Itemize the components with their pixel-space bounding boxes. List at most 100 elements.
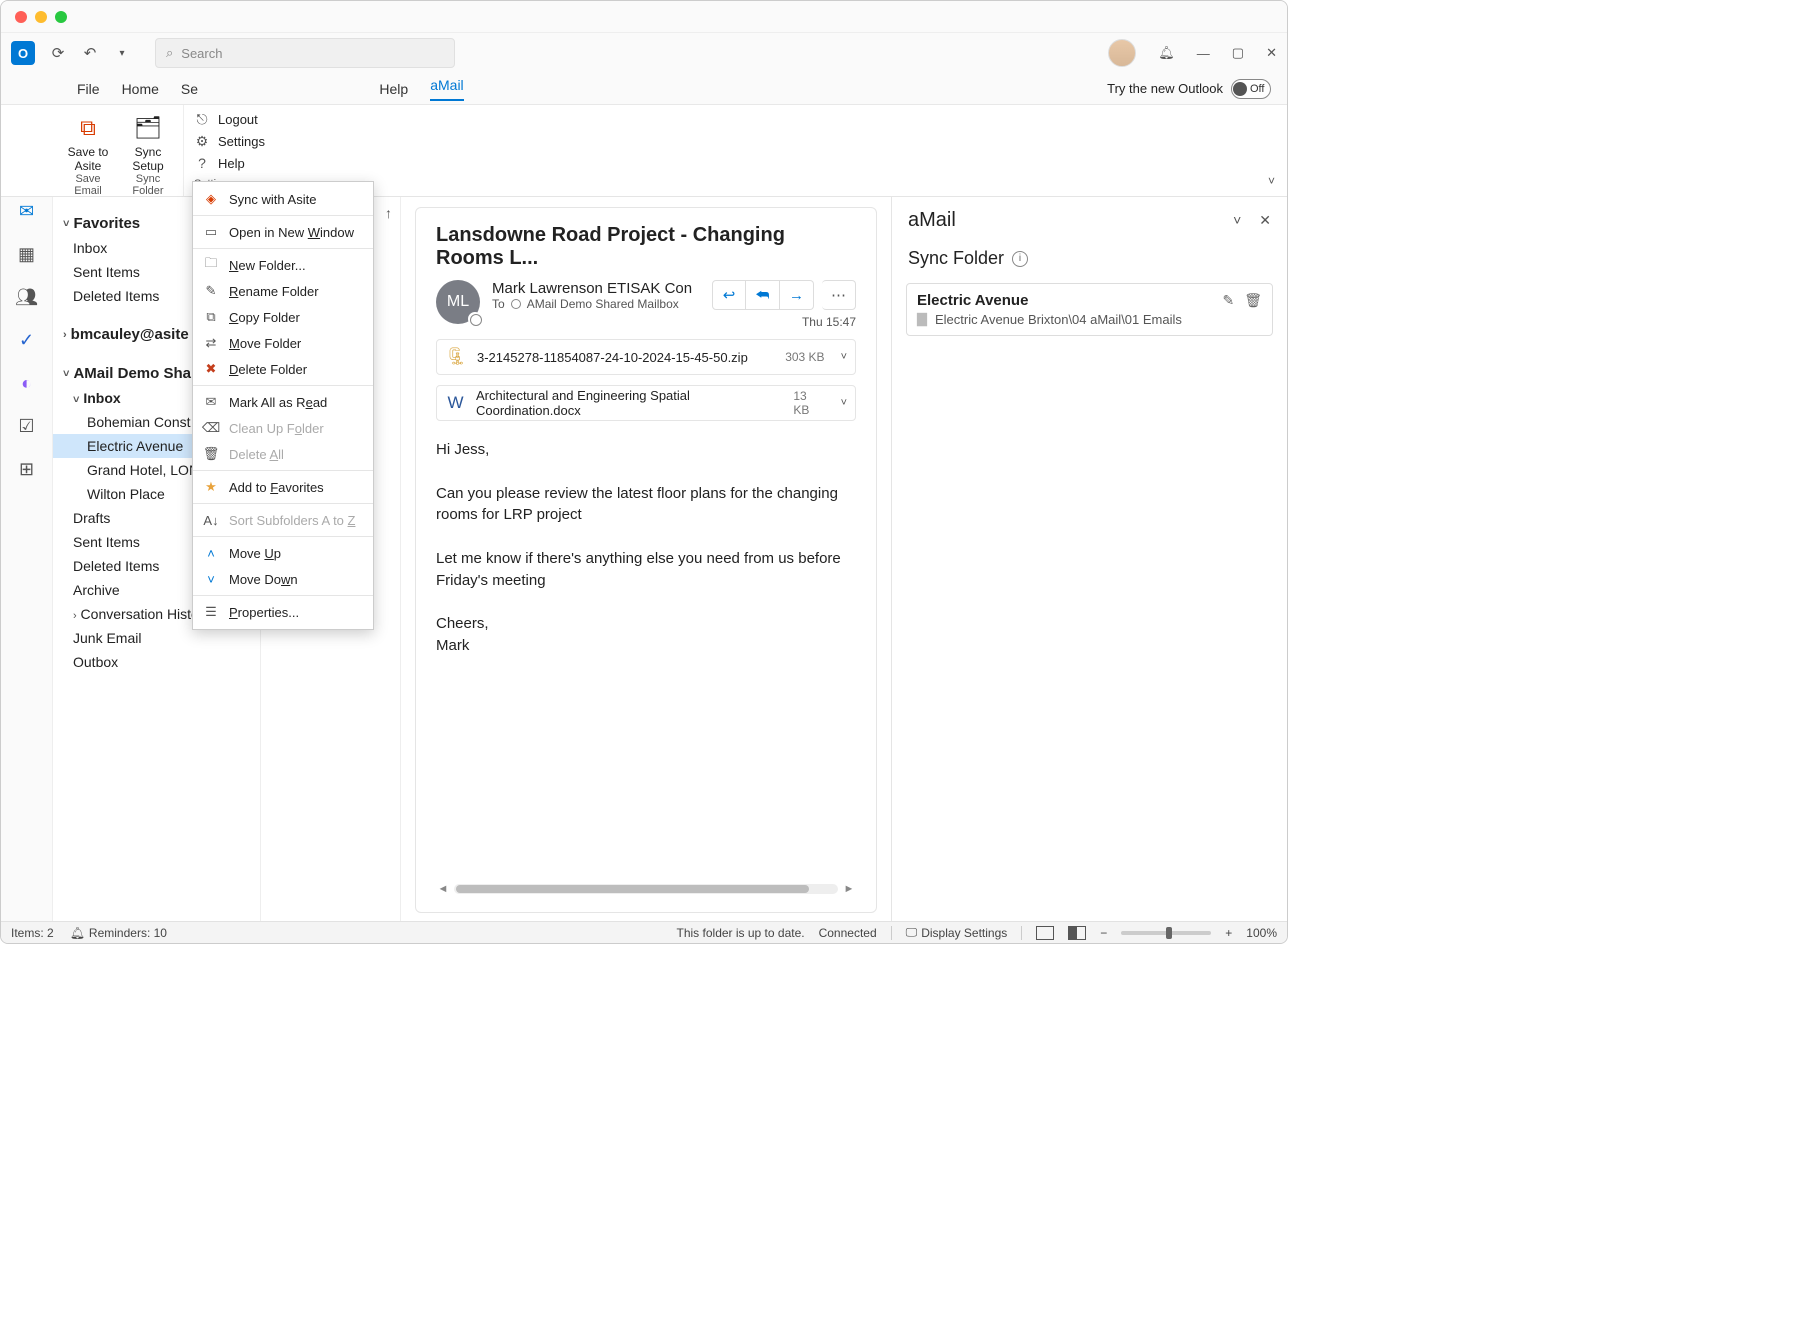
zoom-level: 100% <box>1246 926 1277 940</box>
mark-read-icon: ✉︎ <box>203 394 219 410</box>
info-icon[interactable]: i <box>1012 251 1028 267</box>
save-to-asite-button[interactable]: ⧉ Save to Asite <box>61 109 115 173</box>
scroll-right-icon[interactable]: ► <box>842 883 856 895</box>
email-body: Hi Jess, Can you please review the lates… <box>436 439 856 657</box>
nav-mail-icon[interactable]: ✉︎ <box>19 201 34 222</box>
edit-sync-icon[interactable]: ✎ <box>1222 292 1234 309</box>
zoom-in-button[interactable]: + <box>1225 926 1232 940</box>
status-connected: Connected <box>819 926 877 940</box>
tab-amail[interactable]: aMail <box>430 77 463 101</box>
ctx-mark-all-read[interactable]: ✉︎Mark All as Read <box>193 389 373 415</box>
attachment-menu-icon[interactable]: ˅ <box>841 351 847 363</box>
close-icon[interactable]: ✕ <box>1266 45 1277 61</box>
attachment[interactable]: W Architectural and Engineering Spatial C… <box>436 385 856 421</box>
status-sync: This folder is up to date. <box>677 926 805 940</box>
view-normal-icon[interactable] <box>1036 926 1054 940</box>
search-icon: ⌕ <box>166 45 173 61</box>
more-actions-button[interactable]: ⋯ <box>822 280 856 310</box>
sync-folder-path: Electric Avenue Brixton\04 aMail\01 Emai… <box>935 312 1182 327</box>
scroll-thumb[interactable] <box>456 885 809 893</box>
outlook-app-icon: O <box>11 41 35 65</box>
scroll-left-icon[interactable]: ◄ <box>436 883 450 895</box>
recipient-presence-icon <box>511 299 521 309</box>
delete-sync-icon[interactable]: 🗑︎ <box>1244 292 1262 309</box>
zip-icon: 🗜︎ <box>445 344 467 370</box>
ctx-rename-folder[interactable]: ✎Rename Folder <box>193 278 373 304</box>
tab-home[interactable]: Home <box>122 81 159 97</box>
status-item-count: Items: 2 <box>11 926 54 940</box>
tab-help[interactable]: Help <box>379 81 408 97</box>
ctx-clean-up-folder: ⌫Clean Up Folder <box>193 415 373 441</box>
nav-more-apps-icon[interactable]: ⊞ <box>19 459 34 480</box>
ctx-sync-with-asite[interactable]: ◈Sync with Asite <box>193 186 373 212</box>
tab-file[interactable]: File <box>77 81 100 97</box>
nav-tasks-icon[interactable]: ☑︎ <box>18 416 34 437</box>
status-reminders: Reminders: 10 <box>89 926 167 940</box>
amail-close-icon[interactable]: ✕ <box>1259 212 1271 229</box>
sync-folder-card[interactable]: ✎ 🗑︎ Electric Avenue ▇Electric Avenue Br… <box>906 283 1273 336</box>
reply-all-button[interactable]: ⮪ <box>746 280 780 310</box>
collapse-ribbon-icon[interactable]: ˅ <box>1268 174 1275 188</box>
presence-icon <box>468 312 482 326</box>
horizontal-scrollbar[interactable]: ◄ ► <box>436 882 856 896</box>
search-input[interactable]: ⌕ Search <box>155 38 455 68</box>
sync-icon[interactable]: ⟳ <box>49 44 67 62</box>
tab-send-receive[interactable]: Se <box>181 81 198 97</box>
nav-calendar-icon[interactable]: ▦ <box>18 244 35 265</box>
mac-window-controls[interactable] <box>15 11 67 23</box>
favorite-icon: ★ <box>203 479 219 495</box>
reading-pane: Lansdowne Road Project - Changing Rooms … <box>401 197 891 921</box>
sync-setup-icon: 🗂︎ <box>133 113 163 143</box>
ctx-delete-folder[interactable]: ✖Delete Folder <box>193 356 373 382</box>
amail-collapse-icon[interactable]: ˅ <box>1233 212 1241 229</box>
try-new-outlook-toggle[interactable]: Off <box>1231 79 1271 99</box>
ctx-open-new-window[interactable]: ▭Open in New Window <box>193 219 373 245</box>
cleanup-icon: ⌫ <box>203 420 219 436</box>
reply-button[interactable]: ↩ <box>712 280 746 310</box>
attachment[interactable]: 🗜︎3-2145278-11854087-24-10-2024-15-45-50… <box>436 339 856 375</box>
notifications-icon[interactable]: 🔔︎ <box>1158 45 1175 61</box>
ctx-add-to-favorites[interactable]: ★Add to Favorites <box>193 474 373 500</box>
ctx-move-up[interactable]: ˄Move Up <box>193 540 373 566</box>
minimize-window-icon[interactable] <box>35 11 47 23</box>
to-recipients: AMail Demo Shared Mailbox <box>527 297 679 311</box>
zoom-slider[interactable] <box>1121 931 1211 935</box>
email-date: Thu 15:47 <box>492 315 856 329</box>
display-settings-button[interactable]: 🖵︎Display Settings <box>906 925 1008 940</box>
amail-pane: aMail ˅ ✕ Sync Folder i ✎ 🗑︎ Electric Av… <box>891 197 1287 921</box>
sort-ascending-icon[interactable]: ↑ <box>385 205 392 221</box>
zoom-out-button[interactable]: − <box>1100 926 1107 940</box>
help-button[interactable]: ?Help <box>194 155 265 171</box>
email-subject: Lansdowne Road Project - Changing Rooms … <box>436 224 856 270</box>
sync-setup-button[interactable]: 🗂︎ Sync Setup <box>121 109 175 173</box>
attachment-name: Architectural and Engineering Spatial Co… <box>476 388 783 418</box>
ctx-move-folder[interactable]: ⇄Move Folder <box>193 330 373 356</box>
to-label: To <box>492 297 505 311</box>
nav-todo-icon[interactable]: ✓ <box>19 330 34 351</box>
attachment-size: 303 KB <box>785 350 824 364</box>
nav-people-icon[interactable]: 👥︎ <box>15 287 38 308</box>
view-reading-icon[interactable] <box>1068 926 1086 940</box>
word-icon: W <box>445 390 466 416</box>
ctx-new-folder[interactable]: 🗀︎New Folder... <box>193 252 373 278</box>
sync-folder-caption: Sync Folder <box>121 173 175 197</box>
logout-button[interactable]: ⎋Logout <box>194 111 265 127</box>
attachment-menu-icon[interactable]: ˅ <box>841 397 847 409</box>
qat-dropdown-icon[interactable]: ▾ <box>113 44 131 62</box>
nav-addon-icon[interactable]: ◐ <box>21 373 32 394</box>
forward-button[interactable]: → <box>780 280 814 310</box>
minimize-icon[interactable]: — <box>1197 46 1210 61</box>
maximize-window-icon[interactable] <box>55 11 67 23</box>
close-window-icon[interactable] <box>15 11 27 23</box>
account-avatar[interactable] <box>1108 39 1136 67</box>
undo-icon[interactable]: ↶ <box>81 44 99 62</box>
restore-icon[interactable]: ▢ <box>1232 45 1244 61</box>
ctx-properties[interactable]: ☰Properties... <box>193 599 373 625</box>
save-to-asite-icon: ⧉ <box>73 113 103 143</box>
settings-button[interactable]: ⚙︎Settings <box>194 133 265 149</box>
ctx-move-down[interactable]: ˅Move Down <box>193 566 373 592</box>
gear-icon: ⚙︎ <box>194 133 210 149</box>
ctx-copy-folder[interactable]: ⧉Copy Folder <box>193 304 373 330</box>
folder-item[interactable]: Outbox <box>53 650 260 674</box>
ctx-sort-subfolders: A↓Sort Subfolders A to Z <box>193 507 373 533</box>
